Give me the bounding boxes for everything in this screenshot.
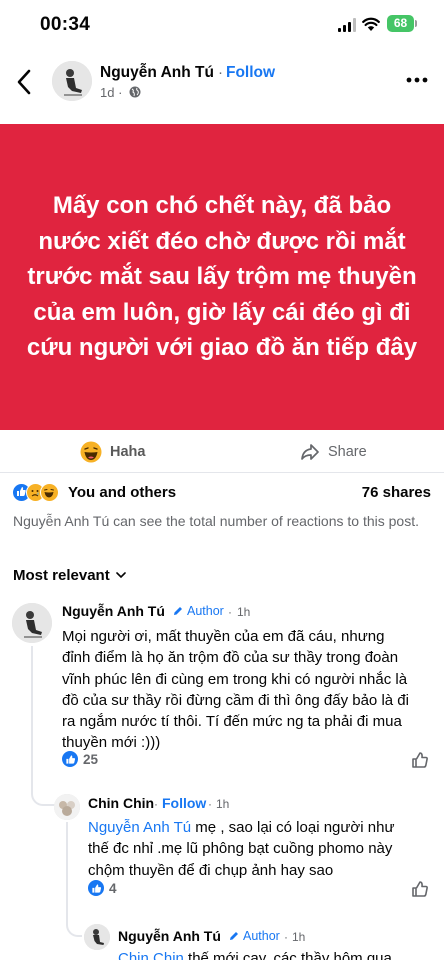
globe-icon: [129, 86, 141, 98]
reaction-button[interactable]: Haha: [80, 440, 145, 464]
pencil-icon: [174, 607, 182, 615]
comment-avatar[interactable]: [54, 794, 80, 820]
more-options-icon[interactable]: [406, 76, 428, 84]
comment-time: 1h: [237, 605, 251, 619]
chevron-down-icon: [115, 572, 126, 579]
mention-link[interactable]: Chin Chin: [118, 950, 184, 960]
mention-link[interactable]: Nguyễn Anh Tú: [88, 819, 191, 836]
like-icon: [88, 880, 104, 896]
comment-time: 1h: [216, 797, 230, 811]
comment-text-body: thế mới cay, các thầy hôm qua: [183, 950, 392, 960]
follow-button[interactable]: Follow: [162, 795, 206, 811]
reactions-summary[interactable]: You and others: [68, 484, 176, 501]
battery-icon: 68: [387, 15, 414, 32]
comment-author[interactable]: Chin Chin: [88, 795, 154, 811]
battery-tip: [415, 20, 417, 27]
reaction-icons[interactable]: [12, 483, 59, 502]
header-separator: ·: [218, 64, 223, 81]
like-icon: [62, 751, 78, 767]
thread-line: [31, 646, 33, 766]
comment-avatar[interactable]: [12, 603, 52, 643]
comment-author[interactable]: Nguyễn Anh Tú: [118, 928, 221, 944]
avatar-photo: [12, 603, 52, 643]
author-badge-label: Author: [243, 929, 280, 943]
status-time: 00:34: [40, 14, 91, 35]
share-button[interactable]: Share: [300, 440, 367, 464]
haha-small-icon: [40, 483, 59, 502]
comment-avatar[interactable]: [84, 924, 110, 950]
share-label: Share: [328, 444, 367, 460]
post-author-name[interactable]: Nguyễn Anh Tú: [100, 64, 214, 82]
post-text-banner: Mấy con chó chết này, đã bảo nước xiết đ…: [0, 124, 444, 430]
wifi-icon: [362, 17, 380, 31]
thread-connector: [66, 899, 82, 937]
reactions-notice: Nguyễn Anh Tú can see the total number o…: [13, 513, 419, 529]
comment-time: 1h: [292, 930, 306, 944]
like-count: 25: [83, 751, 99, 767]
comment-like-count[interactable]: 25: [62, 751, 98, 767]
comment-text: Nguyễn Anh Tú mẹ , sao lại có loại người…: [88, 817, 418, 881]
follow-button[interactable]: Follow: [226, 64, 275, 82]
author-badge-label: Author: [187, 604, 224, 618]
thread-line: [66, 822, 68, 899]
avatar-photo: [52, 61, 92, 101]
comment-author[interactable]: Nguyễn Anh Tú: [62, 603, 165, 619]
reaction-label: Haha: [110, 444, 146, 460]
sort-label: Most relevant: [13, 567, 110, 584]
divider: [0, 472, 444, 473]
avatar-photo: [84, 924, 110, 950]
shares-count[interactable]: 76 shares: [362, 484, 431, 501]
cellular-signal-icon: [338, 18, 356, 32]
comment-like-count[interactable]: 4: [88, 880, 117, 896]
sort-dropdown[interactable]: Most relevant: [13, 567, 126, 584]
comment-text: Mọi người ơi, mất thuyền của em đã cáu, …: [62, 628, 409, 752]
share-arrow-icon: [301, 444, 319, 460]
avatar-photo: [54, 794, 80, 820]
comment-separator: ·: [284, 930, 288, 944]
comment-separator: ·: [228, 605, 232, 619]
comment-text: Chin Chin thế mới cay, các thầy hôm qua: [118, 948, 428, 960]
post-age: 1d ·: [100, 85, 123, 100]
author-badge: Author: [172, 604, 224, 618]
back-arrow-icon[interactable]: [14, 68, 34, 96]
like-outline-icon[interactable]: [410, 879, 430, 899]
like-count: 4: [109, 880, 117, 896]
pencil-icon: [230, 932, 238, 940]
like-outline-icon[interactable]: [410, 750, 430, 770]
post-text: Mấy con chó chết này, đã bảo nước xiết đ…: [26, 192, 418, 362]
author-avatar[interactable]: [52, 61, 92, 101]
comment-separator: ·: [154, 797, 158, 811]
author-badge: Author: [228, 929, 280, 943]
comment-separator: ·: [208, 797, 212, 811]
haha-emoji-icon: [80, 441, 102, 463]
status-bar: 00:34 68: [0, 0, 444, 52]
